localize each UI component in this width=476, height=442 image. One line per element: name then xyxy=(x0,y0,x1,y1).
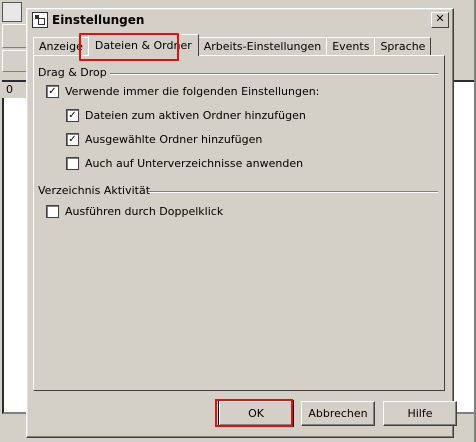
option-always-use[interactable]: ✓ Verwende immer die folgenden Einstellu… xyxy=(46,85,319,98)
settings-window-icon xyxy=(32,12,48,28)
option-apply-subdirectories[interactable]: Auch auf Unterverzeichnisse anwenden xyxy=(66,157,303,170)
background-toolbar-button[interactable] xyxy=(2,24,28,48)
option-label: Ausgewählte Ordner hinzufügen xyxy=(85,133,263,146)
section-title-verzeichnis: Verzeichnis Aktivität xyxy=(38,184,151,197)
section-title-drag-drop: Drag & Drop xyxy=(38,66,107,79)
check-mark-icon: ✓ xyxy=(68,110,77,121)
tab-anzeige[interactable]: Anzeige xyxy=(33,37,89,56)
background-list-header: 0 xyxy=(2,82,27,98)
checkbox-always-use[interactable]: ✓ xyxy=(46,85,59,98)
option-add-to-active-folder[interactable]: ✓ Dateien zum aktiven Ordner hinzufügen xyxy=(66,109,306,122)
tab-dateien-ordner[interactable]: Dateien & Ordner xyxy=(87,34,199,56)
dialog-title: Einstellungen xyxy=(52,13,145,27)
tab-arbeits-einstellungen[interactable]: Arbeits-Einstellungen xyxy=(197,37,328,56)
section-divider xyxy=(148,191,438,193)
dialog-titlebar[interactable]: Einstellungen ✕ xyxy=(29,11,451,29)
close-icon: ✕ xyxy=(435,12,445,25)
cancel-button[interactable]: Abbrechen xyxy=(301,401,375,426)
checkbox-double-click[interactable] xyxy=(46,205,59,218)
tab-events[interactable]: Events xyxy=(326,37,376,56)
checkbox-add-to-active-folder[interactable]: ✓ xyxy=(66,109,79,122)
background-toolbar-button-2[interactable] xyxy=(2,50,28,72)
tab-panel: Drag & Drop ✓ Verwende immer die folgend… xyxy=(33,55,445,391)
option-double-click[interactable]: Ausführen durch Doppelklick xyxy=(46,205,223,218)
help-button[interactable]: Hilfe xyxy=(383,401,457,426)
option-label: Verwende immer die folgenden Einstellung… xyxy=(65,85,320,98)
checkbox-apply-subdirectories[interactable] xyxy=(66,157,79,170)
app-icon xyxy=(2,2,22,22)
option-label: Ausführen durch Doppelklick xyxy=(65,205,224,218)
check-mark-icon: ✓ xyxy=(48,86,57,97)
dialog-buttons: OK Abbrechen Hilfe xyxy=(218,400,457,427)
option-label: Auch auf Unterverzeichnisse anwenden xyxy=(85,157,304,170)
tab-sprache[interactable]: Sprache xyxy=(374,37,432,56)
close-button[interactable]: ✕ xyxy=(431,12,449,28)
check-mark-icon: ✓ xyxy=(68,134,77,145)
tab-bar: Anzeige Dateien & Ordner Arbeits-Einstel… xyxy=(33,34,432,56)
settings-dialog: Einstellungen ✕ Anzeige Dateien & Ordner… xyxy=(26,8,457,438)
ok-button[interactable]: OK xyxy=(218,400,294,427)
option-label: Dateien zum aktiven Ordner hinzufügen xyxy=(85,109,306,122)
section-divider xyxy=(110,73,438,75)
checkbox-add-selected-folders[interactable]: ✓ xyxy=(66,133,79,146)
option-add-selected-folders[interactable]: ✓ Ausgewählte Ordner hinzufügen xyxy=(66,133,262,146)
